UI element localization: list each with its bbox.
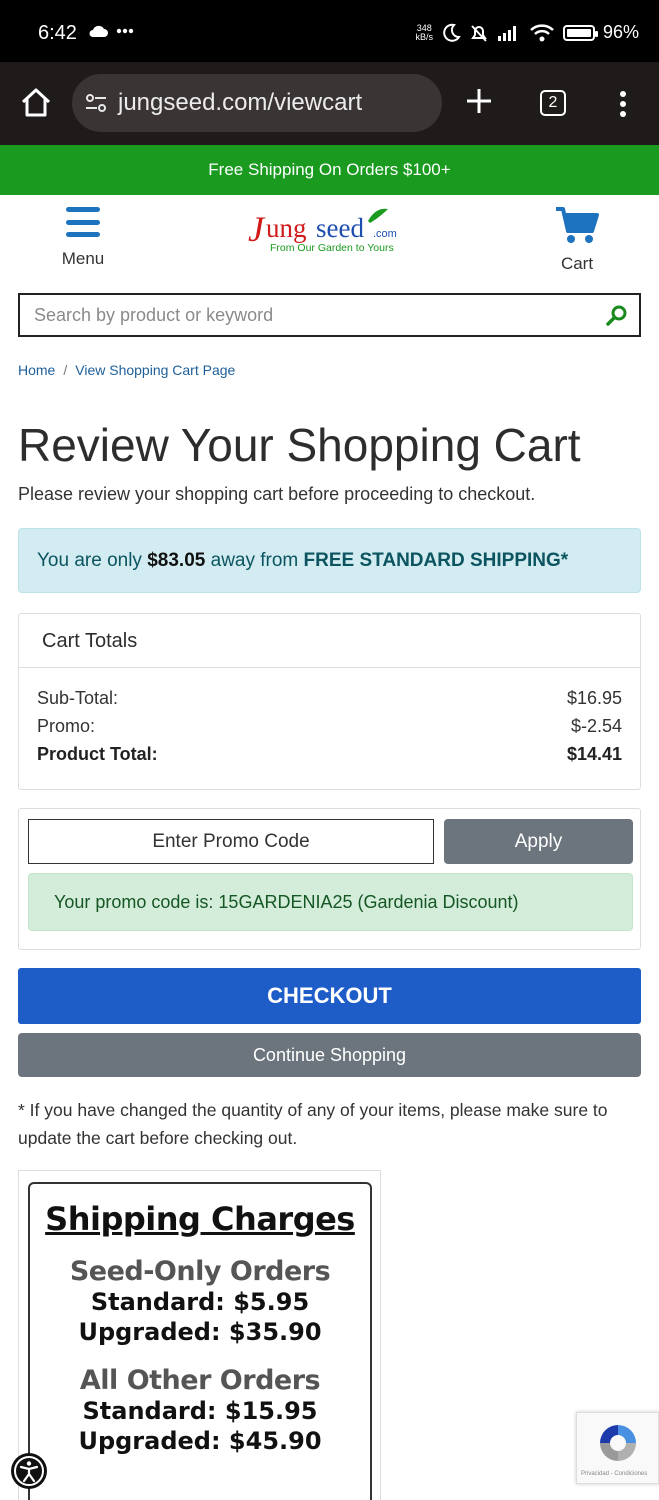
breadcrumb-separator: / <box>63 362 68 378</box>
cart-button[interactable]: Cart <box>548 205 606 274</box>
bell-off-icon <box>471 24 487 42</box>
breadcrumb: Home / View Shopping Cart Page <box>18 362 235 378</box>
wifi-icon <box>530 23 554 41</box>
apply-promo-button[interactable]: Apply <box>444 819 633 864</box>
cart-label: Cart <box>560 254 594 273</box>
svg-text:J: J <box>248 209 266 249</box>
page-title: Review Your Shopping Cart <box>18 419 581 471</box>
recaptcha-badge[interactable]: Privacidad - Condiciones <box>576 1412 659 1484</box>
battery-icon <box>562 24 598 41</box>
network-speed: 348 kB/s <box>415 23 433 42</box>
home-icon[interactable] <box>18 84 54 120</box>
notice-middle: away from <box>205 550 304 571</box>
network-speed-unit: kB/s <box>415 31 433 42</box>
product-total-value: $14.41 <box>566 744 622 764</box>
menu-label: Menu <box>61 249 105 268</box>
status-bar: 6:42 348 kB/s 96% <box>0 0 659 62</box>
svg-text:ung: ung <box>266 213 307 243</box>
accessibility-button[interactable] <box>11 1453 47 1489</box>
free-shipping-notice: You are only $83.05 away from FREE STAND… <box>18 528 641 593</box>
search-icon[interactable] <box>605 304 629 328</box>
promo-value: $-2.54 <box>570 716 622 736</box>
other-orders-heading: All Other Orders <box>79 1365 321 1396</box>
cart-totals-title: Cart Totals <box>19 614 640 668</box>
product-total-row: Product Total: $14.41 <box>37 744 622 765</box>
update-cart-footnote: * If you have changed the quantity of an… <box>18 1100 608 1148</box>
promo-label: Promo: <box>37 716 96 736</box>
more-notifications-icon <box>116 28 134 34</box>
search-input[interactable] <box>34 305 594 326</box>
free-shipping-banner[interactable]: Free Shipping On Orders $100+ <box>0 145 659 195</box>
notice-prefix: You are only <box>37 550 148 571</box>
status-time: 6:42 <box>38 22 77 44</box>
accessibility-icon <box>14 1456 44 1486</box>
hamburger-icon <box>66 207 100 237</box>
status-left-icons <box>88 24 134 38</box>
promo-code-input[interactable] <box>28 819 434 864</box>
svg-text:.com: .com <box>373 228 397 240</box>
recaptcha-terms[interactable]: Privacidad - Condiciones <box>581 1471 658 1477</box>
url-text: jungseed.com/viewcart <box>118 89 363 116</box>
tab-switcher-button[interactable]: 2 <box>540 90 566 116</box>
promo-code-card: Apply Your promo code is: 15GARDENIA25 (… <box>18 808 641 950</box>
page-subtitle: Please review your shopping cart before … <box>18 484 536 504</box>
menu-button[interactable]: Menu <box>52 207 114 269</box>
seed-upgraded-rate: Upgraded: $35.90 <box>78 1318 322 1346</box>
breadcrumb-home-link[interactable]: Home <box>18 362 55 378</box>
status-right-icons: 348 kB/s 96% <box>415 22 639 43</box>
browser-toolbar: jungseed.com/viewcart 2 <box>0 62 659 145</box>
promo-row: Promo: $-2.54 <box>37 716 622 737</box>
notice-highlight: FREE STANDARD SHIPPING* <box>303 550 569 571</box>
signal-icon <box>497 25 516 41</box>
svg-text:seed: seed <box>316 213 364 243</box>
seed-standard-rate: Standard: $5.95 <box>90 1288 310 1316</box>
continue-shopping-button[interactable]: Continue Shopping <box>18 1033 641 1077</box>
shipping-charges-title: Shipping Charges <box>45 1200 355 1238</box>
site-settings-icon[interactable] <box>84 91 108 115</box>
subtotal-label: Sub-Total: <box>37 688 119 708</box>
svg-text:From Our Garden to Yours: From Our Garden to Yours <box>270 242 394 254</box>
shipping-charges-panel: Shipping Charges Seed-Only Orders Standa… <box>28 1182 372 1500</box>
product-total-label: Product Total: <box>37 744 158 764</box>
other-standard-rate: Standard: $15.95 <box>82 1397 318 1425</box>
site-header: Menu J ung seed .com From Our Garden to … <box>0 195 659 285</box>
overflow-menu-icon[interactable] <box>616 90 630 118</box>
checkout-button[interactable]: CHECKOUT <box>18 968 641 1024</box>
recaptcha-icon <box>600 1425 636 1461</box>
jungseed-logo[interactable]: J ung seed .com From Our Garden to Yours <box>248 205 418 261</box>
new-tab-icon[interactable] <box>464 86 494 116</box>
cloud-icon <box>89 25 108 37</box>
subtotal-value: $16.95 <box>566 688 622 708</box>
search-bar <box>18 293 641 337</box>
address-bar[interactable]: jungseed.com/viewcart <box>72 74 442 132</box>
subtotal-row: Sub-Total: $16.95 <box>37 688 622 709</box>
cart-icon <box>556 207 599 243</box>
breadcrumb-current-link[interactable]: View Shopping Cart Page <box>75 362 235 378</box>
moon-icon <box>443 23 461 42</box>
shipping-charges-card: Shipping Charges Seed-Only Orders Standa… <box>18 1170 381 1500</box>
seed-only-heading: Seed-Only Orders <box>69 1256 331 1287</box>
battery-percent: 96% <box>602 22 639 42</box>
notice-amount: $83.05 <box>147 550 206 571</box>
promo-success-message: Your promo code is: 15GARDENIA25 (Garden… <box>28 873 633 931</box>
other-upgraded-rate: Upgraded: $45.90 <box>78 1427 322 1455</box>
cart-totals-card: Cart Totals Sub-Total: $16.95 Promo: $-2… <box>18 613 641 790</box>
